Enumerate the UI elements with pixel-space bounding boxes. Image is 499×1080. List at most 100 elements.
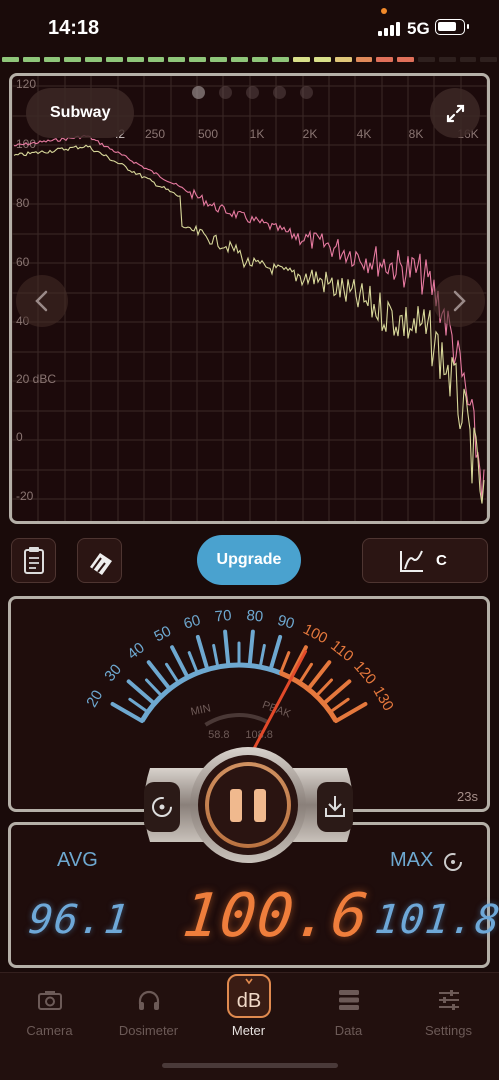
tab-settings[interactable]: Settings — [399, 973, 498, 1053]
gauge-tick — [212, 643, 220, 669]
gauge-scale-label: 120 — [350, 658, 379, 688]
level-segment — [230, 57, 248, 62]
level-segment — [459, 57, 477, 62]
tab-data[interactable]: Data — [299, 973, 398, 1053]
gauge-tick — [268, 634, 283, 672]
swatch-button[interactable] — [77, 538, 122, 583]
level-segment — [272, 57, 290, 62]
status-bar: 14:18 5G — [0, 0, 499, 56]
spectrum-chart: 12010080604020 dBC0-202505001K2K4K8K16K.… — [12, 76, 487, 521]
playback-controls — [144, 747, 353, 863]
x-tick-label: 500 — [198, 127, 218, 141]
level-segment — [64, 57, 82, 62]
x-tick-label: 4K — [357, 127, 372, 141]
level-segment — [126, 57, 144, 62]
max-value: 101.8 — [372, 897, 499, 943]
db-meter-icon: dB — [227, 974, 271, 1018]
gauge-tick — [128, 697, 150, 714]
page-dot[interactable] — [192, 86, 205, 99]
level-segment — [105, 57, 123, 62]
gauge-tick — [298, 662, 313, 685]
tab-label-dosimeter: Dosimeter — [118, 1023, 179, 1038]
avg-label: AVG — [57, 849, 98, 871]
page-dot[interactable] — [219, 86, 232, 99]
level-indicator-strip — [2, 57, 498, 63]
level-segment — [22, 57, 40, 62]
page-indicator[interactable] — [192, 86, 313, 99]
pause-button[interactable] — [209, 766, 287, 844]
page-dot[interactable] — [300, 86, 313, 99]
gauge-tick — [258, 643, 266, 669]
y-tick-label: 20 dBC — [16, 372, 56, 386]
x-tick-label: 250 — [145, 127, 165, 141]
tab-label-meter: Meter — [231, 1023, 266, 1038]
clipboard-icon — [24, 547, 44, 574]
peak-label: PEAK — [261, 699, 293, 721]
pause-icon — [230, 789, 242, 822]
gauge-tick — [165, 662, 180, 685]
gauge-tick — [170, 645, 190, 680]
expand-button[interactable] — [430, 88, 480, 138]
avg-value: 96.1 — [26, 897, 132, 943]
color-swatch-icon — [90, 553, 112, 575]
chart-curve-icon — [400, 550, 423, 572]
level-segment — [293, 57, 310, 62]
svg-text:dB: dB — [237, 990, 261, 1012]
level-segment — [209, 57, 227, 62]
gauge-tick — [145, 678, 164, 698]
privacy-indicator-dot — [381, 8, 387, 14]
headphones-icon — [138, 990, 160, 1010]
gauge-scale-label: 40 — [124, 639, 148, 663]
level-segment — [251, 57, 269, 62]
chevron-left-icon — [35, 290, 48, 312]
x-tick-label: 8K — [409, 127, 424, 141]
gauge-tick — [223, 629, 231, 668]
level-segment — [480, 57, 498, 62]
y-tick-label: -20 — [16, 489, 34, 503]
gauge-scale-label: 110 — [327, 637, 356, 665]
x-tick-label: 2K — [303, 127, 318, 141]
battery-icon — [435, 19, 469, 35]
next-page-button[interactable] — [433, 275, 485, 327]
page-dot[interactable] — [273, 86, 286, 99]
y-tick-label: 80 — [16, 196, 30, 210]
sliders-icon — [439, 990, 459, 1010]
camera-icon — [38, 991, 62, 1010]
gauge-tick — [314, 678, 333, 698]
weighting-button[interactable]: C — [362, 538, 488, 583]
tab-meter[interactable]: dB Meter — [199, 973, 298, 1053]
level-segment — [147, 57, 165, 62]
spectrum-series-a — [14, 134, 485, 501]
home-indicator — [162, 1063, 338, 1068]
reset-max-icon[interactable] — [441, 850, 465, 874]
network-type: 5G — [407, 19, 430, 38]
page-dot[interactable] — [246, 86, 259, 99]
gauge-tick — [328, 697, 350, 714]
gauge-scale-label: 90 — [276, 612, 297, 633]
gauge-scale-label: 100 — [300, 621, 330, 648]
spectrum-panel[interactable]: 12010080604020 dBC0-202505001K2K4K8K16K.… — [9, 73, 490, 524]
level-segment — [397, 57, 414, 62]
gauge-scale-label: 130 — [370, 684, 397, 714]
previous-page-button[interactable] — [16, 275, 68, 327]
preset-label: Subway — [50, 104, 111, 121]
tab-dosimeter[interactable]: Dosimeter — [99, 973, 198, 1053]
gauge-scale-label: 60 — [182, 612, 203, 633]
gauge-scale-label: 30 — [101, 661, 125, 685]
gauge-scale-label: 70 — [214, 607, 232, 626]
clipboard-button[interactable] — [11, 538, 56, 583]
level-segment — [376, 57, 394, 62]
min-value: 58.8 — [208, 729, 229, 741]
chevron-right-icon — [453, 290, 466, 312]
level-segment — [2, 57, 19, 62]
database-icon — [339, 990, 359, 1010]
weighting-label: C — [436, 552, 447, 569]
preset-chip[interactable]: Subway — [26, 88, 135, 138]
upgrade-button[interactable]: Upgrade — [197, 535, 301, 585]
gauge-scale-label: 50 — [151, 623, 174, 646]
tab-label-data: Data — [334, 1023, 363, 1038]
level-segment — [313, 57, 331, 62]
spectrum-series-b — [13, 144, 485, 504]
tab-camera[interactable]: Camera — [0, 973, 99, 1053]
tab-label-camera: Camera — [26, 1023, 73, 1038]
